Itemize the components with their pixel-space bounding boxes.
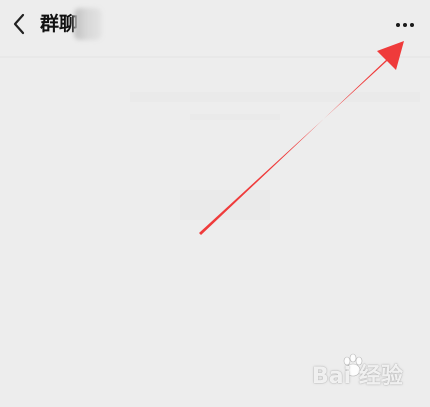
faint-message-line — [130, 92, 420, 102]
faint-message-line — [190, 114, 280, 120]
watermark-text: Bai 经验 — [312, 364, 403, 389]
top-bar: 群聊 — [0, 0, 430, 50]
chat-screen: 群聊 Bai 经验 — [0, 0, 430, 407]
watermark: Bai 经验 — [310, 352, 410, 389]
more-dots-icon — [396, 23, 400, 27]
chevron-left-icon — [13, 13, 25, 35]
page-title: 群聊 — [40, 13, 79, 35]
more-button[interactable] — [390, 15, 420, 35]
back-button[interactable] — [6, 10, 32, 38]
blurred-member-count — [74, 8, 102, 40]
more-dots-icon — [410, 23, 414, 27]
more-dots-icon — [403, 23, 407, 27]
faint-timestamp-block — [180, 190, 270, 220]
faint-divider — [0, 56, 430, 58]
